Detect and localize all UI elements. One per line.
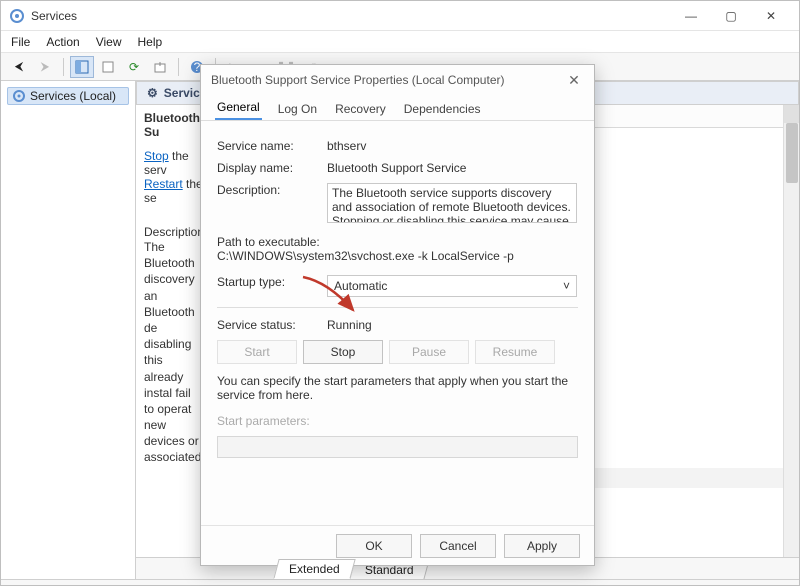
dialog-title: Bluetooth Support Service Properties (Lo… [211,73,564,87]
tab-general[interactable]: General [215,96,262,120]
description-box[interactable]: The Bluetooth service supports discovery… [327,183,577,223]
maximize-button[interactable]: ▢ [711,2,751,30]
menu-file[interactable]: File [11,35,30,49]
ok-button[interactable]: OK [336,534,412,558]
apply-button[interactable]: Apply [504,534,580,558]
tab-logon[interactable]: Log On [276,98,319,120]
startup-type-label: Startup type: [217,275,327,289]
tab-recovery[interactable]: Recovery [333,98,388,120]
back-button[interactable]: ⮜ [7,56,31,78]
menu-bar: File Action View Help [1,31,799,53]
tree-root[interactable]: Services (Local) [7,87,129,105]
detail-pane: Bluetooth Su Stop the serv Restart the s… [136,105,208,557]
forward-button[interactable]: ⮞ [33,56,57,78]
tab-dependencies[interactable]: Dependencies [402,98,483,120]
service-name-label: Service name: [217,139,327,153]
properties-dialog: Bluetooth Support Service Properties (Lo… [200,64,595,566]
start-button: Start [217,340,297,364]
start-params-label: Start parameters: [217,414,327,428]
properties-button[interactable] [96,56,120,78]
pause-button: Pause [389,340,469,364]
startup-type-select[interactable]: Automatic˅ [327,275,577,297]
chevron-down-icon: ˅ [563,279,570,293]
path-value: C:\WINDOWS\system32\svchost.exe -k Local… [217,249,514,263]
start-params-hint: You can specify the start parameters tha… [217,374,578,402]
tab-extended[interactable]: Extended [273,559,355,579]
stop-button[interactable]: Stop [303,340,383,364]
cancel-button[interactable]: Cancel [420,534,496,558]
selected-service-heading: Bluetooth Su [144,111,204,139]
start-params-input [217,436,578,458]
show-hide-tree-button[interactable] [70,56,94,78]
tree-root-label: Services (Local) [30,89,116,103]
path-label: Path to executable: [217,235,320,249]
display-name-label: Display name: [217,161,327,175]
service-status-label: Service status: [217,318,327,332]
window-title: Services [31,9,671,23]
refresh-button[interactable]: ⟳ [122,56,146,78]
display-name-value: Bluetooth Support Service [327,161,578,175]
minimize-button[interactable]: — [671,2,711,30]
description-body: The Bluetooth discovery an Bluetooth de … [144,239,204,466]
export-button[interactable] [148,56,172,78]
gear-icon: ⚙ [147,86,158,100]
gear-icon [12,89,26,103]
titlebar: Services — ▢ ✕ [1,1,799,31]
stop-link[interactable]: Stop [144,149,169,163]
service-name-value: bthserv [327,139,578,153]
status-bar [1,579,799,585]
menu-action[interactable]: Action [46,35,79,49]
resume-button: Resume [475,340,555,364]
service-status-value: Running [327,318,578,332]
tree-pane: Services (Local) [1,81,136,579]
dialog-close-button[interactable]: ✕ [564,72,584,89]
restart-link[interactable]: Restart [144,177,183,191]
scrollbar[interactable] [783,105,799,557]
menu-help[interactable]: Help [138,35,163,49]
menu-view[interactable]: View [96,35,122,49]
description-label: Description: [217,183,327,197]
close-button[interactable]: ✕ [751,2,791,30]
services-icon [9,8,25,24]
description-label: Description: [144,225,204,239]
